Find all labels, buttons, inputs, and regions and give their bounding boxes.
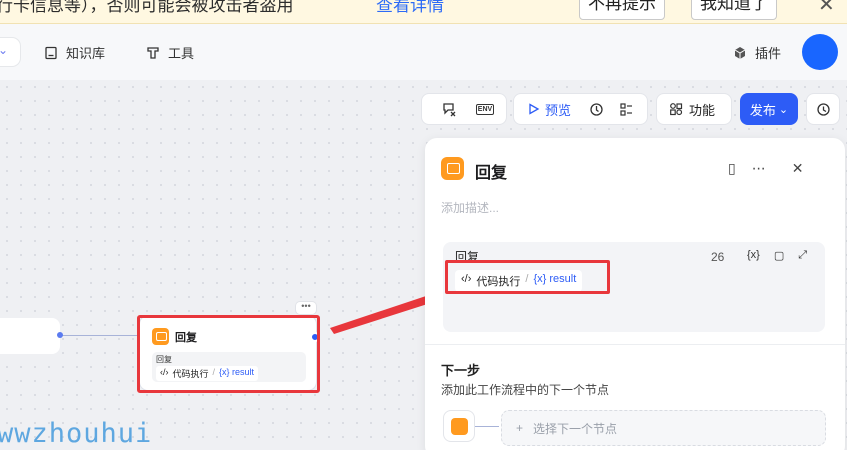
checklist-icon[interactable] xyxy=(611,94,641,124)
nav-knowledge-label: 知识库 xyxy=(66,46,106,61)
play-icon xyxy=(529,103,540,115)
select-next-node-label: 选择下一个节点 xyxy=(533,421,618,436)
expand-icon[interactable]: ⤢ xyxy=(798,249,807,262)
debug-icon[interactable] xyxy=(581,94,611,124)
feature-button[interactable]: 功能 xyxy=(656,93,732,125)
panel-title: 回复 xyxy=(475,165,508,182)
node-edge xyxy=(60,335,140,336)
next-step-edge xyxy=(475,426,499,427)
plus-icon: + xyxy=(516,421,524,435)
clipboard-icon[interactable]: ▢ xyxy=(774,249,784,262)
next-step-desc: 添加此工作流程中的下一个节点 xyxy=(441,383,610,397)
top-nav: ⌄ 知识库 工具 插件 xyxy=(0,24,847,80)
env-label: ENV xyxy=(475,103,495,115)
preview-button[interactable]: 预览 xyxy=(514,100,581,119)
nav-plugins[interactable]: 插件 xyxy=(733,43,781,62)
history-button[interactable] xyxy=(806,93,840,125)
previous-node[interactable] xyxy=(0,318,60,354)
variable-icon[interactable]: {x} xyxy=(747,249,760,262)
node-detail-panel: 回复 ▯ ⋯ ✕ 添加描述... 回复 26 {x} ▢ ⤢ ‹/› 代码执行 … xyxy=(425,138,845,450)
avatar[interactable] xyxy=(802,34,838,70)
book-icon xyxy=(45,46,57,59)
env-button[interactable]: ENV xyxy=(470,94,500,124)
output-tools: {x} ▢ ⤢ xyxy=(747,249,807,262)
panel-actions: ▯ ⋯ ✕ xyxy=(728,160,803,177)
preview-label: 预览 xyxy=(545,102,572,118)
nav-dropdown[interactable]: ⌄ xyxy=(0,38,20,66)
description-input[interactable]: 添加描述... xyxy=(441,199,499,216)
notice-banner: 行卡信息等），否则可能会被攻击者盗用 查看详情 不再提示 我知道了 ✕ xyxy=(0,0,847,24)
banner-close-icon[interactable]: ✕ xyxy=(818,0,835,17)
output-chip-highlight-box xyxy=(445,260,610,294)
clear-chat-icon[interactable] xyxy=(434,94,464,124)
feature-label: 功能 xyxy=(689,102,716,118)
cube-icon xyxy=(734,46,746,59)
reply-panel-icon xyxy=(441,157,464,180)
book-open-icon[interactable]: ▯ xyxy=(728,160,736,177)
chevron-down-icon: ⌄ xyxy=(778,103,789,116)
node-more-icon[interactable]: ••• xyxy=(296,302,316,314)
close-icon[interactable]: ✕ xyxy=(792,160,804,177)
publish-button[interactable]: 发布 ⌄ xyxy=(740,93,798,125)
banner-ack-button[interactable]: 我知道了 xyxy=(691,0,777,20)
nav-tools[interactable]: 工具 xyxy=(146,43,194,62)
watermark-text: wwzhouhui xyxy=(0,418,153,449)
node-highlight-box xyxy=(137,315,320,393)
banner-dismiss-button[interactable]: 不再提示 xyxy=(579,0,665,20)
select-next-node-button[interactable]: + 选择下一个节点 xyxy=(501,410,826,446)
banner-details-link[interactable]: 查看详情 xyxy=(376,0,444,16)
edge-port[interactable] xyxy=(57,332,63,338)
divider xyxy=(425,344,845,345)
nav-tools-label: 工具 xyxy=(168,46,195,61)
feature-grid-icon xyxy=(670,103,683,116)
nav-knowledge[interactable]: 知识库 xyxy=(44,43,105,62)
banner-text: 行卡信息等），否则可能会被攻击者盗用 xyxy=(0,0,294,15)
nav-plugins-label: 插件 xyxy=(755,46,782,61)
more-icon[interactable]: ⋯ xyxy=(752,160,766,177)
output-count: 26 xyxy=(711,250,725,264)
publish-label: 发布 xyxy=(749,102,776,118)
next-current-node-icon xyxy=(443,410,475,442)
chevron-down-icon: ⌄ xyxy=(0,43,9,57)
tool-icon xyxy=(147,46,159,59)
next-step-title: 下一步 xyxy=(441,363,481,378)
toolbar-env-group: ENV xyxy=(421,93,507,125)
toolbar-preview-group: 预览 xyxy=(513,93,648,125)
history-icon xyxy=(816,102,830,116)
